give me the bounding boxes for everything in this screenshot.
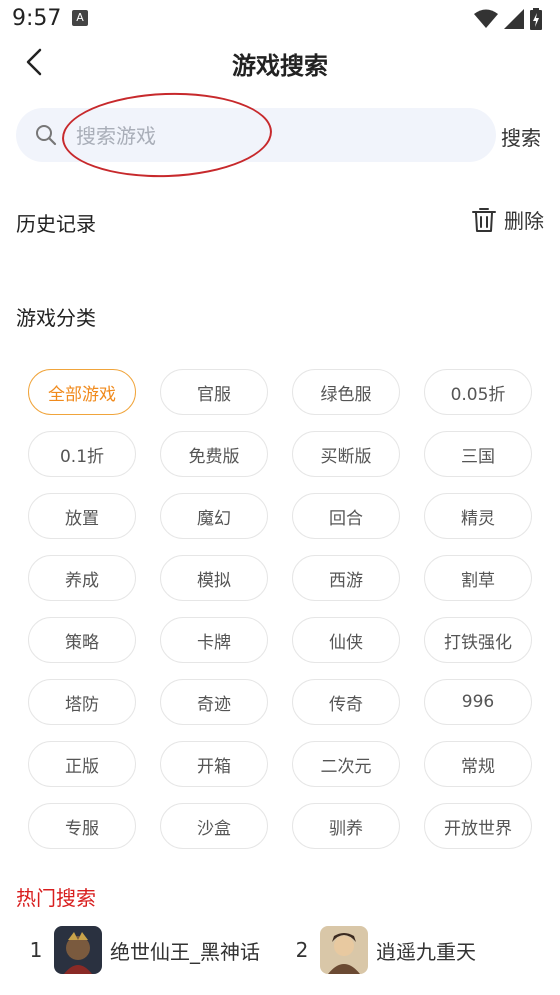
history-title: 历史记录: [16, 212, 96, 236]
category-tag[interactable]: 割草: [424, 555, 532, 601]
hot-rank: 1: [29, 938, 43, 962]
category-tag[interactable]: 魔幻: [160, 493, 268, 539]
game-thumbnail: [320, 926, 368, 974]
category-tag[interactable]: 免费版: [160, 431, 268, 477]
search-button[interactable]: 搜索: [501, 122, 541, 151]
status-time: 9:57: [12, 6, 62, 31]
status-bar: 9:57 A: [0, 0, 560, 38]
category-tag[interactable]: 绿色服: [292, 369, 400, 415]
category-tag[interactable]: 回合: [292, 493, 400, 539]
category-tag[interactable]: 开放世界: [424, 803, 532, 849]
hot-search-item[interactable]: 2 逍遥九重天: [288, 922, 476, 978]
category-title: 游戏分类: [16, 306, 96, 330]
delete-label: 删除: [504, 209, 544, 233]
game-thumbnail: [54, 926, 102, 974]
wifi-icon: [474, 9, 498, 28]
category-tag[interactable]: 0.05折: [424, 369, 532, 415]
category-tag-grid: 全部游戏 官服 绿色服 0.05折 0.1折 免费版 买断版 三国放置 魔幻 回合 精灵养成 模拟 西游…: [28, 369, 532, 849]
category-tag[interactable]: 沙盒: [160, 803, 268, 849]
search-input[interactable]: [74, 116, 478, 156]
hot-search-list: 1 绝世仙王_黑神话 2 逍遥九重天: [0, 922, 560, 982]
category-tag[interactable]: 开箱: [160, 741, 268, 787]
category-tag[interactable]: 传奇: [292, 679, 400, 725]
signal-icon: [504, 9, 524, 29]
notification-icon: A: [72, 10, 88, 26]
category-tag[interactable]: 正版: [28, 741, 136, 787]
category-tag[interactable]: 奇迹: [160, 679, 268, 725]
hot-rank: 2: [295, 938, 309, 962]
hot-game-name: 绝世仙王_黑神话: [110, 939, 260, 964]
hot-search-item[interactable]: 1 绝世仙王_黑神话: [22, 922, 260, 978]
hot-search-title: 热门搜索: [16, 886, 96, 910]
hot-game-name: 逍遥九重天: [376, 939, 476, 964]
search-box[interactable]: [16, 108, 496, 162]
category-tag[interactable]: 专服: [28, 803, 136, 849]
category-tag[interactable]: 精灵: [424, 493, 532, 539]
category-tag[interactable]: 官服: [160, 369, 268, 415]
search-row: 搜索: [16, 89, 546, 181]
category-tag[interactable]: 买断版: [292, 431, 400, 477]
category-tag[interactable]: 0.1折: [28, 431, 136, 477]
category-tag[interactable]: 全部游戏: [28, 369, 136, 415]
category-tag[interactable]: 三国: [424, 431, 532, 477]
category-tag[interactable]: 塔防: [28, 679, 136, 725]
category-tag[interactable]: 打铁强化: [424, 617, 532, 663]
status-icons: [474, 8, 542, 30]
header: 游戏搜索: [0, 38, 560, 86]
category-tag[interactable]: 模拟: [160, 555, 268, 601]
category-tag[interactable]: 仙侠: [292, 617, 400, 663]
category-tag[interactable]: 养成: [28, 555, 136, 601]
category-tag[interactable]: 常规: [424, 741, 532, 787]
category-tag[interactable]: 996: [424, 679, 532, 725]
battery-icon: [530, 8, 542, 30]
search-icon: [36, 125, 57, 146]
category-tag[interactable]: 二次元: [292, 741, 400, 787]
category-tag[interactable]: 放置: [28, 493, 136, 539]
category-tag[interactable]: 卡牌: [160, 617, 268, 663]
delete-history-button[interactable]: 删除: [472, 205, 544, 234]
category-tag[interactable]: 策略: [28, 617, 136, 663]
page-title: 游戏搜索: [232, 52, 328, 80]
category-tag[interactable]: 西游: [292, 555, 400, 601]
trash-icon: [472, 207, 496, 232]
category-tag[interactable]: 驯养: [292, 803, 400, 849]
